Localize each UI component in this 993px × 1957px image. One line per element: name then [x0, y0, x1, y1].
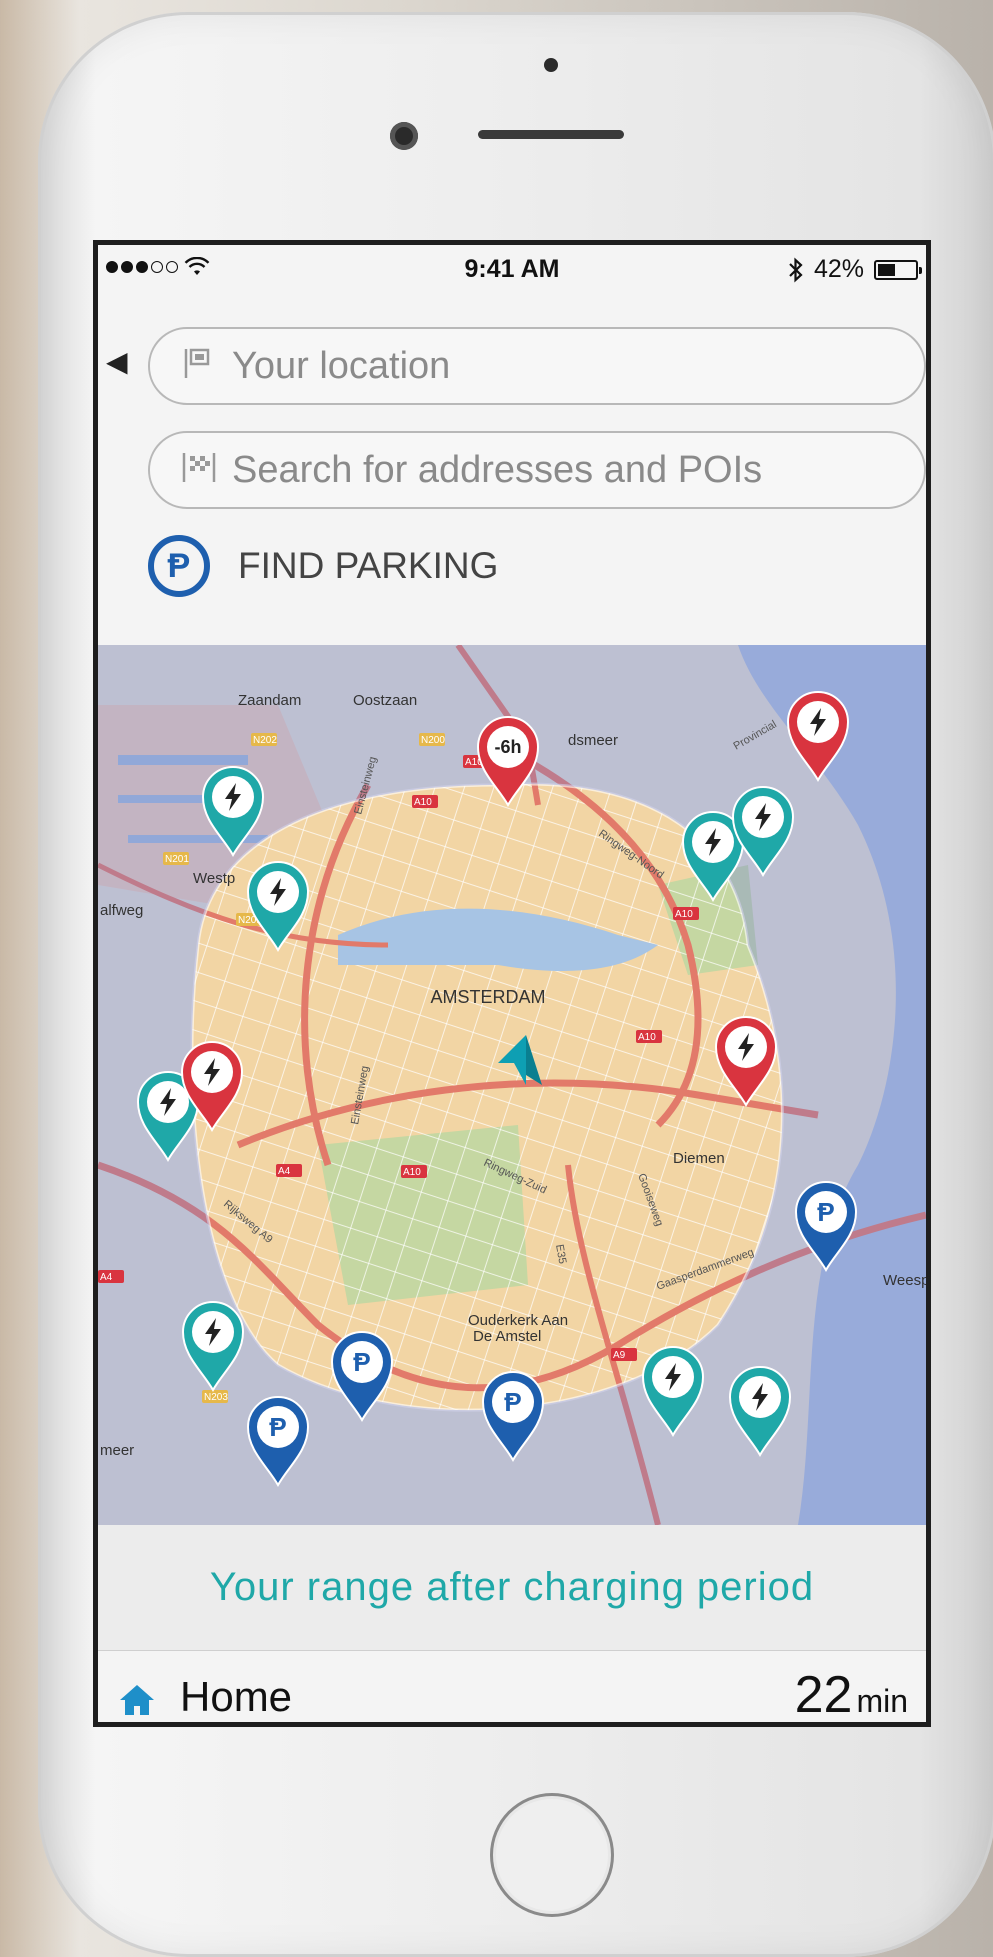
map-place-label: Zaandam [238, 692, 301, 709]
road-number-label: A4 [278, 1166, 291, 1177]
road-number-label: A9 [613, 1350, 626, 1361]
timer-label: -6h [495, 737, 522, 757]
app-screen: 9:41 AM 42% ◀ Ᵽ FIND PARKING [93, 240, 931, 1727]
parking-icon: Ᵽ [353, 1347, 370, 1377]
proximity-sensor [544, 58, 558, 72]
eta: 22 min [794, 1665, 908, 1724]
destination-field[interactable] [148, 431, 926, 509]
destination-input[interactable] [230, 447, 884, 493]
origin-field[interactable] [148, 327, 926, 405]
road-number-label: N200 [421, 735, 445, 746]
road-number-label: A10 [638, 1032, 656, 1043]
map-place-label: Oostzaan [353, 692, 417, 709]
finish-flag-icon [180, 450, 216, 491]
destination-row-home[interactable]: Home 22 min [98, 1651, 926, 1724]
back-chevron-icon[interactable]: ◀ [106, 345, 128, 378]
parking-icon: Ᵽ [817, 1197, 834, 1227]
status-bar: 9:41 AM 42% [98, 245, 926, 297]
road-number-label: A4 [100, 1272, 113, 1283]
map-city-label: AMSTERDAM [430, 987, 545, 1007]
map-place-label: Westp [193, 870, 235, 887]
road-number-label: N202 [253, 735, 277, 746]
battery-percentage: 42% [813, 255, 864, 283]
front-camera [390, 122, 418, 150]
destination-label: Home [180, 1673, 293, 1720]
road-number-label: A10 [414, 797, 432, 808]
origin-input[interactable] [230, 343, 884, 389]
map-place-label: Diemen [673, 1150, 725, 1167]
map-place-label: dsmeer [568, 732, 618, 749]
map-place-label: Weesp [883, 1272, 926, 1289]
road-number-label: N201 [165, 854, 189, 865]
map-place-label: meer [100, 1442, 134, 1459]
earpiece-speaker [478, 130, 624, 139]
parking-icon: Ᵽ [148, 535, 210, 597]
battery-icon [874, 259, 922, 280]
road-number-label: A10 [403, 1167, 421, 1178]
find-parking-label: FIND PARKING [238, 545, 499, 586]
bluetooth-icon [789, 257, 803, 282]
map-place-label: alfweg [100, 902, 143, 919]
parking-icon: Ᵽ [269, 1412, 286, 1442]
eta-unit: min [856, 1683, 908, 1719]
map-place-label: De Amstel [473, 1328, 541, 1345]
range-label: Your range after charging period [209, 1565, 815, 1609]
find-parking-button[interactable]: Ᵽ FIND PARKING [148, 535, 498, 597]
range-banner[interactable]: Your range after charging period [98, 1525, 926, 1651]
map-place-label: Ouderkerk Aan [468, 1312, 568, 1329]
map[interactable]: Zaandam Oostzaan dsmeer Diemen Weesp Ouderker… [98, 645, 926, 1525]
road-number-label: A10 [675, 909, 693, 920]
home-button[interactable] [490, 1793, 614, 1917]
road-number-label: N203 [204, 1392, 228, 1403]
status-right: 42% [788, 255, 922, 284]
eta-value: 22 [794, 1666, 853, 1724]
start-flag-icon [180, 346, 214, 387]
parking-icon: Ᵽ [504, 1387, 521, 1417]
home-icon [120, 1685, 154, 1715]
